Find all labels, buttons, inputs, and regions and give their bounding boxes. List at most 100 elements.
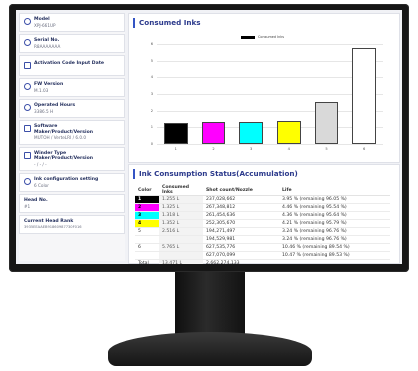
bar-5	[314, 102, 339, 144]
cell-color: 5	[135, 227, 159, 236]
bar-1	[164, 123, 188, 144]
cell-life: 4.36 % (remaining 95.64 %)	[279, 211, 390, 220]
table-row: 1 1.255 L 237,028,662 3.95 % (remaining 96.…	[135, 195, 390, 204]
cell-consumed	[159, 251, 203, 260]
table-row: 194,529,981 3.24 % (remaining 96.76 %)	[135, 235, 390, 244]
x-tick-label: 2	[212, 147, 215, 151]
cell-shot: 267,348,812	[203, 203, 279, 212]
sidebar-item-label: Activation Code Input Date	[34, 60, 105, 66]
table-row: 6 5.765 L 627,535,776 10.46 % (remaining 89…	[135, 243, 390, 252]
head-rank-value: 3935EEAAEB91860987730F016	[24, 225, 82, 230]
ink-status-panel: Ink Consumption Status(Accumulation) Col…	[128, 164, 400, 264]
barcode-icon	[24, 38, 31, 46]
ink-status-title: Ink Consumption Status(Accumulation)	[133, 169, 298, 179]
grid-line	[157, 60, 383, 62]
table-row: 2 1.325 L 267,348,812 4.46 % (remaining 95.…	[135, 203, 390, 212]
sidebar-item-label: FW Version	[34, 81, 64, 87]
sidebar-item-serial: Serial No. R8AAAAAAA	[19, 33, 125, 53]
cell-color: 1	[135, 195, 159, 204]
cell-shot: 252,305,670	[203, 219, 279, 228]
cell-consumed: 5.765 L	[159, 243, 203, 252]
y-tick-label: 6	[150, 42, 153, 46]
cell-total-label: Total	[135, 259, 159, 264]
table-row: 3 1.318 L 261,454,636 4.36 % (remaining 95.…	[135, 211, 390, 220]
grid-line	[157, 44, 383, 45]
cell-consumed	[159, 235, 203, 244]
bar-3	[239, 122, 263, 144]
cell-consumed: 1.325 L	[159, 203, 203, 212]
sidebar-item-value: 6 Color	[34, 183, 49, 189]
sidebar-item-value: XPJ-661UP	[34, 22, 56, 28]
cell-color	[135, 251, 159, 260]
cell-consumed: 2.516 L	[159, 227, 203, 236]
cell-shot: 194,529,981	[203, 235, 279, 244]
sidebar-item-fw-version: FW Version M.1.03	[19, 77, 125, 97]
table-row: 4 1.352 L 252,305,670 4.21 % (remaining 95.…	[135, 219, 390, 228]
x-tick-label: 1	[174, 147, 177, 151]
sidebar-item-value: M.1.03	[34, 87, 49, 93]
sidebar-item-label: Serial No.	[34, 37, 60, 43]
col-consumed-header: Consumed Inks	[159, 185, 203, 196]
y-tick-label: 1	[150, 125, 153, 130]
chip-icon	[24, 82, 31, 90]
cell-shot: 627,535,776	[203, 243, 279, 252]
consumed-inks-title: Consumed Inks	[133, 18, 201, 28]
sidebar-item-value: R8AAAAAAA	[34, 43, 61, 49]
ink-drop-icon	[24, 178, 31, 186]
sidebar-item-operated-hours: Operated Hours 3386.5 H	[19, 98, 125, 118]
col-life-header: Life	[279, 185, 390, 196]
x-tick-label: 4	[287, 147, 290, 151]
col-color-header: Color	[135, 185, 159, 196]
col-shot-header: Shot count/Nozzle	[203, 185, 279, 196]
y-tick-label: 2	[150, 108, 153, 113]
consumed-inks-panel: Consumed Inks Consumed Inks 012345612345…	[128, 13, 400, 163]
cell-color: 4	[135, 219, 159, 228]
calendar-icon	[24, 61, 31, 69]
sidebar-item-value: MUTOH / VerteLRI / 6.0.0	[34, 135, 87, 141]
cell-total-shot: 2,662,274,133	[203, 259, 279, 264]
cell-consumed: 1.255 L	[159, 195, 203, 204]
cell-consumed: 1.318 L	[159, 211, 203, 220]
cell-total-ink: 13.471 L	[159, 259, 203, 264]
grid-line	[157, 144, 383, 145]
x-tick-label: 6	[363, 147, 366, 151]
x-tick-label: 5	[325, 147, 328, 151]
consumed-inks-chart: 0 1 2 3 4 5 6 1 2 3 4 5 6	[147, 38, 387, 151]
sidebar: Model XPJ-661UP Serial No. R8AAAAAAA Act…	[19, 13, 125, 261]
clock-icon	[24, 103, 31, 111]
cell-life: 3.24 % (remaining 96.76 %)	[279, 235, 390, 244]
table-header-row: Color Consumed Inks Shot count/Nozzle Li…	[135, 185, 390, 196]
cell-life: 4.21 % (remaining 95.79 %)	[279, 219, 390, 228]
y-tick-label: 0	[150, 142, 153, 146]
cell-total-life	[279, 259, 390, 264]
current-head-rank: Current Head Rank 3935EEAAEB91860987730F…	[19, 215, 125, 234]
sidebar-item-winder-type: Winder Type Maker/Product/Version - / - …	[19, 146, 125, 172]
bar-4	[277, 121, 301, 144]
head-no-value: #1	[24, 204, 31, 210]
printer-icon	[24, 18, 31, 25]
cell-color: 3	[135, 211, 159, 220]
grid-line	[157, 110, 383, 112]
x-tick-label: 3	[250, 147, 253, 151]
bar-2	[201, 121, 226, 144]
y-tick-label: 3	[150, 92, 153, 96]
table-row: 627,070,099 10.47 % (remaining 89.53 %)	[135, 251, 390, 260]
sidebar-item-value: 3386.5 H	[34, 108, 54, 114]
sidebar-item-label: Operated Hours	[34, 102, 76, 108]
grid-line	[157, 94, 383, 95]
cell-color: 6	[135, 243, 159, 252]
monitor-neck	[175, 272, 245, 334]
sidebar-item-software: Software Maker/Product/Version MUTOH / V…	[19, 119, 125, 145]
cell-life: 3.24 % (remaining 96.76 %)	[279, 227, 390, 236]
cell-color	[135, 235, 159, 244]
bar-6	[352, 47, 376, 144]
sidebar-item-activation-date: Activation Code Input Date	[19, 54, 125, 76]
screen: Model XPJ-661UP Serial No. R8AAAAAAA Act…	[16, 10, 402, 264]
cell-shot: 261,454,636	[203, 211, 279, 220]
cell-life: 10.47 % (remaining 89.53 %)	[279, 251, 390, 260]
monitor-base	[108, 332, 312, 366]
sidebar-item-ink-config: Ink configuration setting 6 Color	[19, 173, 125, 193]
table-row: 5 2.516 L 194,271,497 3.24 % (remaining 96.…	[135, 227, 390, 236]
ink-status-table: Color Consumed Inks Shot count/Nozzle Li…	[135, 185, 390, 264]
software-icon	[24, 124, 31, 132]
